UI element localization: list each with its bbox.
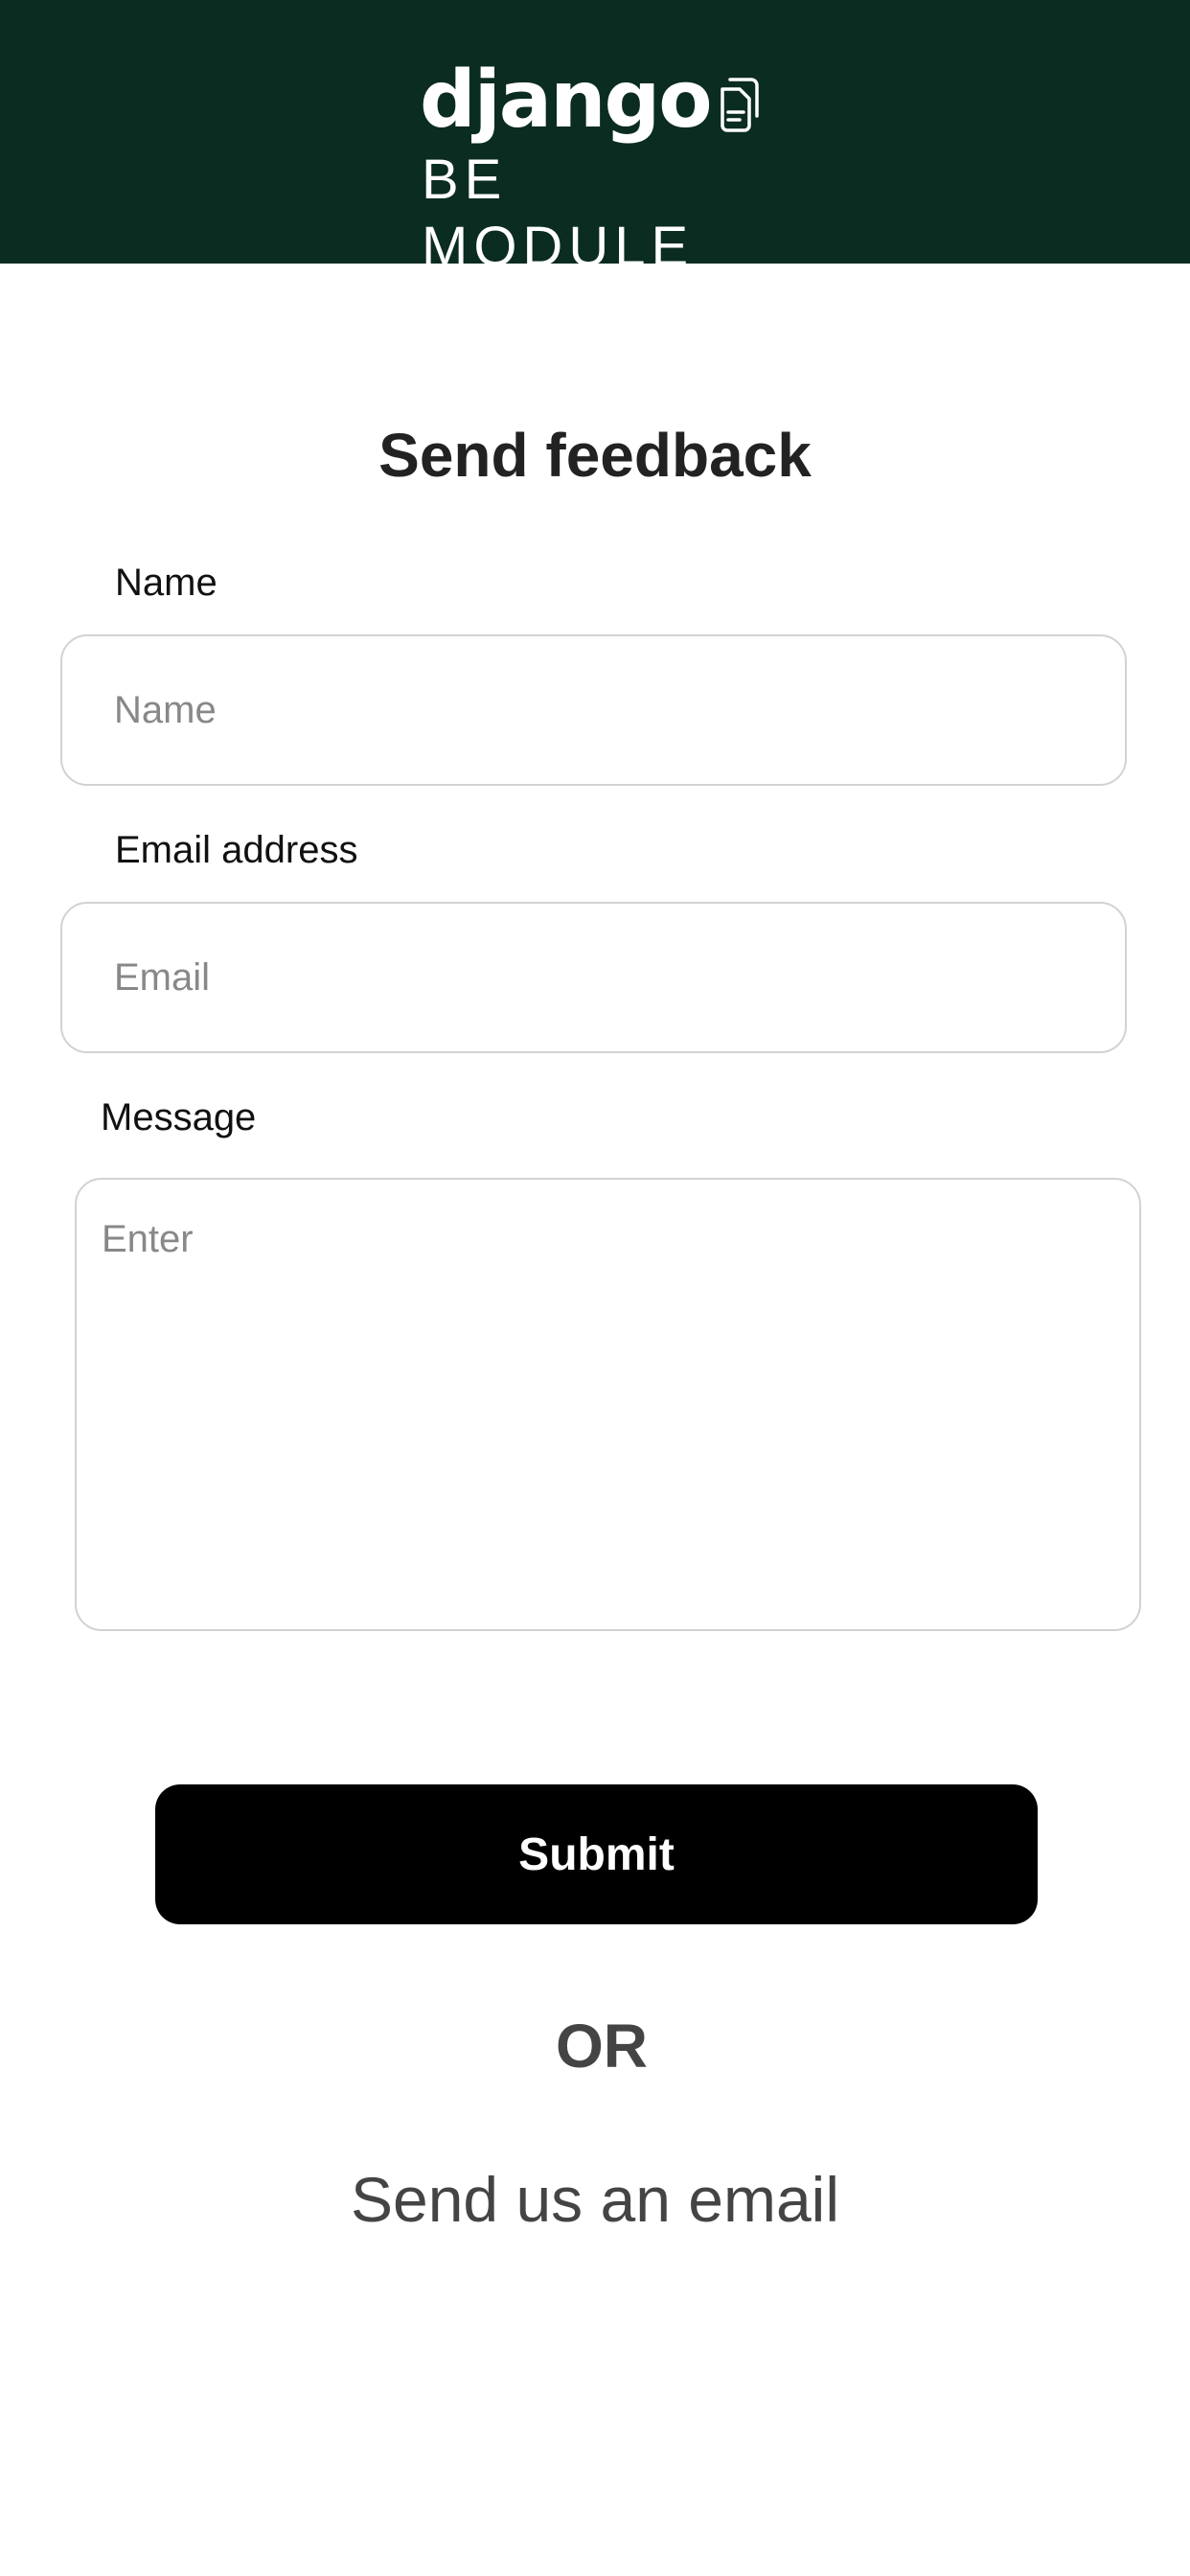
message-textarea[interactable] <box>75 1178 1141 1631</box>
app-logo: django BE MODULE <box>420 53 784 278</box>
document-icon <box>721 78 759 132</box>
email-input[interactable] <box>60 902 1127 1053</box>
app-header: django BE MODULE <box>0 0 1190 278</box>
or-divider: OR <box>556 2012 648 2081</box>
logo-wordmark: django <box>420 55 713 146</box>
logo-subtitle: BE MODULE <box>422 149 695 278</box>
submit-button[interactable]: Submit <box>155 1784 1038 1924</box>
page-title: Send feedback <box>378 421 812 490</box>
email-label: Email address <box>115 829 358 871</box>
send-email-link[interactable]: Send us an email <box>0 2156 1190 2242</box>
name-label: Name <box>115 562 217 604</box>
message-label: Message <box>101 1096 257 1138</box>
name-input[interactable] <box>60 634 1127 786</box>
